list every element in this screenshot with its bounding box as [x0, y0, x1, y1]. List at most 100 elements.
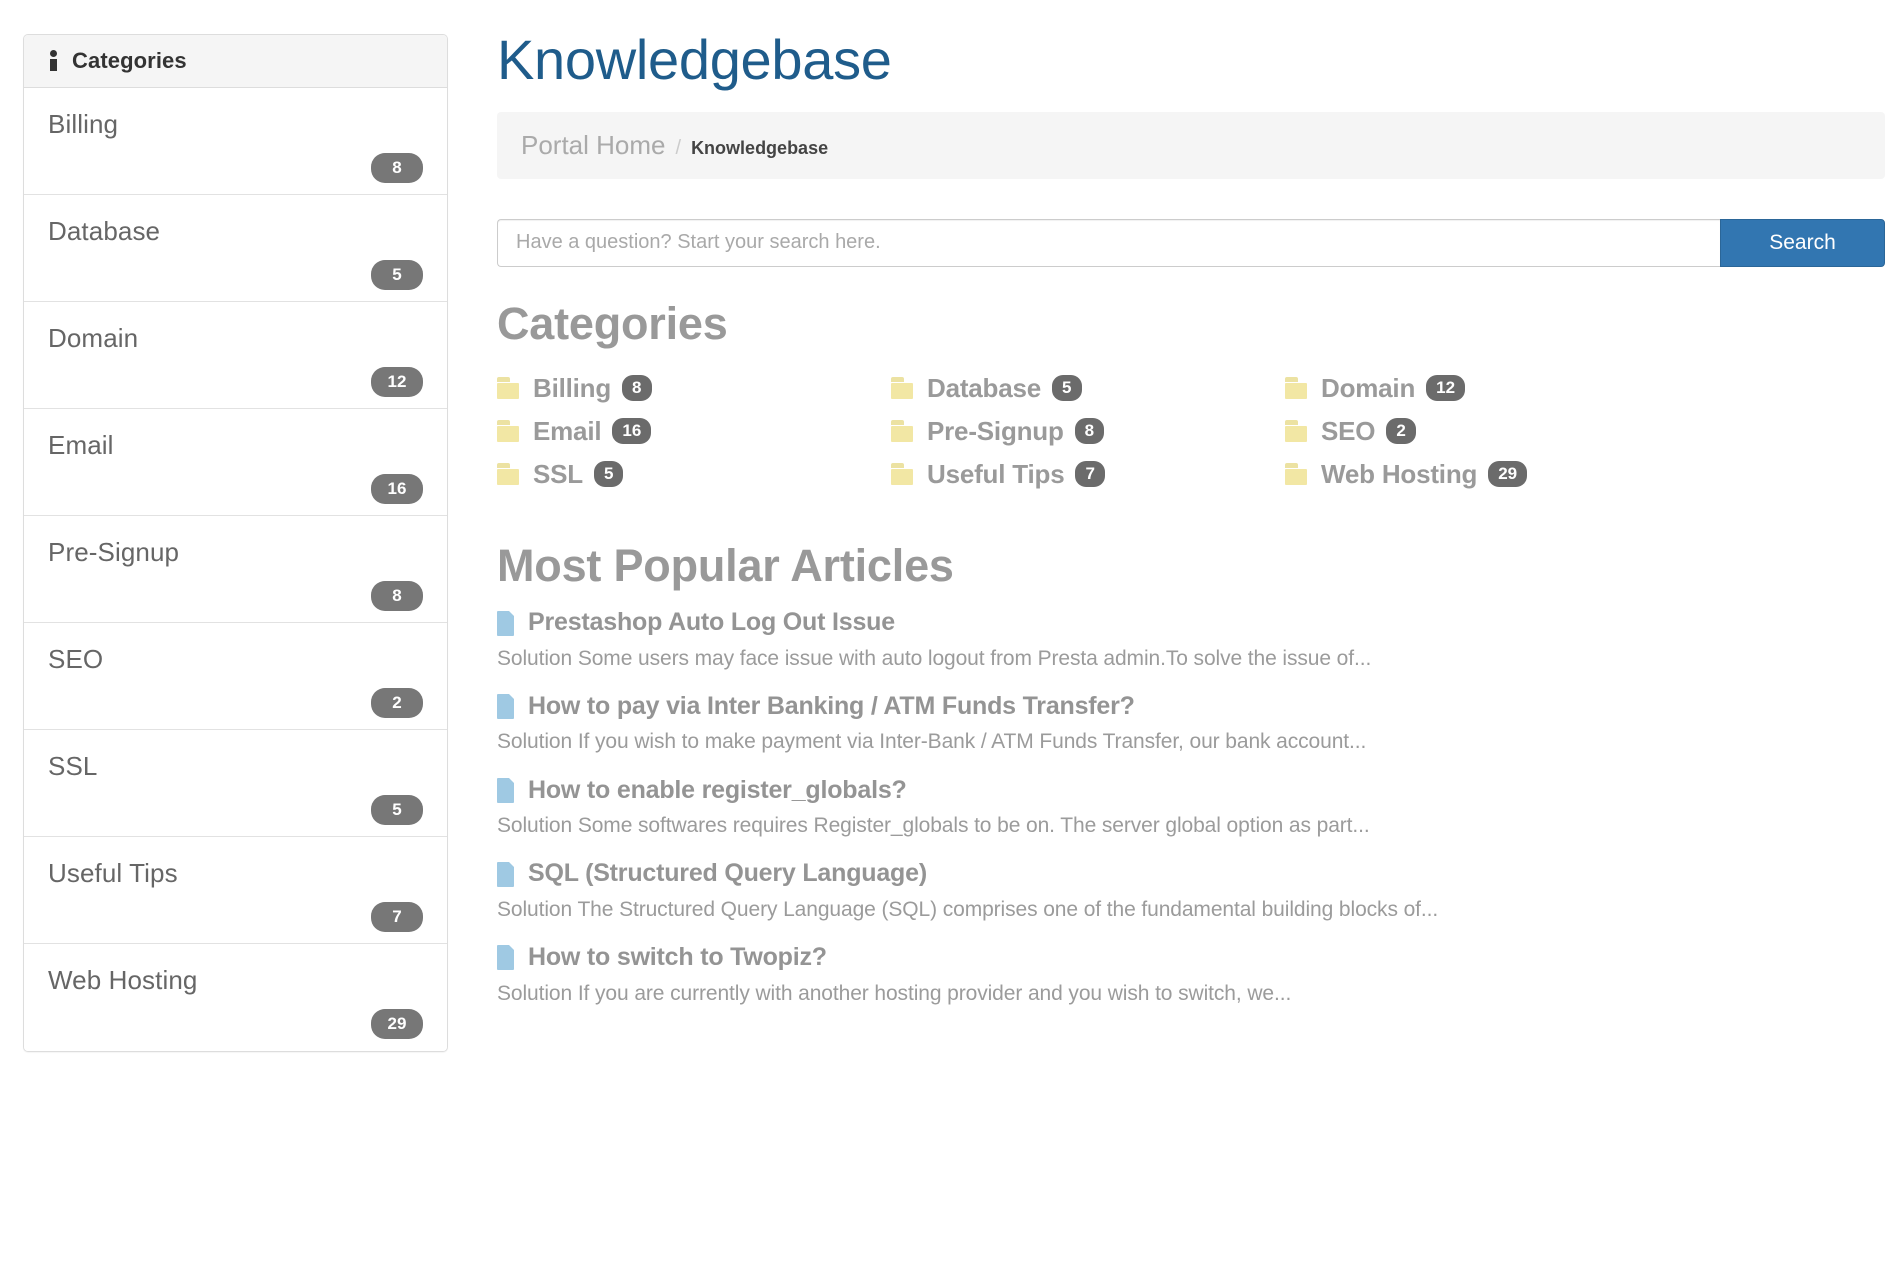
search-input[interactable]	[497, 218, 1720, 267]
sidebar-title: Categories	[72, 47, 187, 73]
category-label: SSL	[533, 459, 583, 490]
folder-icon	[891, 463, 916, 486]
knowledgebase-page: Categories Billing 8 Database 5 Domain 1…	[0, 0, 1885, 1267]
folder-icon	[497, 377, 522, 400]
sidebar-item-count: 8	[371, 581, 423, 611]
article-item: Prestashop Auto Log Out Issue Solution S…	[497, 609, 1885, 671]
sidebar-item-domain[interactable]: Domain 12	[24, 302, 447, 409]
sidebar-item-label: SEO	[48, 644, 104, 674]
category-count: 8	[1074, 418, 1105, 445]
main-content: Knowledgebase Portal Home / Knowledgebas…	[497, 0, 1885, 1028]
sidebar-item-billing[interactable]: Billing 8	[24, 88, 447, 195]
sidebar-item-pre-signup[interactable]: Pre-Signup 8	[24, 516, 447, 623]
category-count: 5	[1052, 375, 1082, 402]
folder-icon	[497, 420, 522, 443]
article-link[interactable]: Prestashop Auto Log Out Issue	[497, 609, 1885, 637]
sidebar-item-count: 5	[371, 260, 423, 290]
category-link-ssl[interactable]: SSL 5	[497, 453, 891, 496]
search-form: Search	[497, 218, 1885, 267]
sidebar-item-ssl[interactable]: SSL 5	[24, 730, 447, 837]
sidebar-item-count: 16	[371, 474, 423, 504]
search-button[interactable]: Search	[1720, 218, 1885, 267]
breadcrumb-current: Knowledgebase	[691, 137, 829, 158]
article-link[interactable]: How to switch to Twopiz?	[497, 944, 1885, 972]
categories-grid: Billing 8 Database 5 Domain 12 Email 16 …	[497, 367, 1885, 496]
article-link[interactable]: How to enable register_globals?	[497, 775, 1885, 805]
file-icon	[497, 694, 516, 720]
sidebar-item-count: 5	[371, 795, 423, 825]
category-count: 5	[593, 461, 624, 488]
article-excerpt: Solution If you wish to make payment via…	[497, 730, 1367, 754]
categories-section-title: Categories	[497, 297, 728, 349]
sidebar-item-count: 29	[371, 1009, 423, 1039]
category-label: Pre-Signup	[927, 416, 1064, 447]
breadcrumb: Portal Home / Knowledgebase	[497, 111, 1885, 179]
article-item: How to enable register_globals? Solution…	[497, 775, 1885, 839]
folder-icon	[497, 463, 522, 486]
file-icon	[497, 945, 516, 971]
folder-icon	[1285, 420, 1310, 443]
article-title: SQL (Structured Query Language)	[528, 859, 927, 888]
article-excerpt: Solution Some users may face issue with …	[497, 646, 1372, 670]
info-icon	[48, 50, 59, 71]
category-count: 16	[612, 418, 652, 445]
category-link-email[interactable]: Email 16	[497, 410, 891, 453]
sidebar-item-useful-tips[interactable]: Useful Tips 7	[24, 837, 447, 944]
sidebar-item-label: Useful Tips	[48, 858, 178, 888]
category-label: Domain	[1321, 373, 1416, 404]
category-count: 12	[1426, 375, 1466, 402]
file-icon	[497, 610, 516, 636]
folder-icon	[891, 377, 916, 400]
article-item: SQL (Structured Query Language) Solution…	[497, 860, 1885, 922]
sidebar-item-label: Database	[48, 216, 161, 246]
breadcrumb-portal-home-link[interactable]: Portal Home	[521, 132, 666, 158]
folder-icon	[1285, 377, 1310, 400]
articles-section-title: Most Popular Articles	[497, 539, 954, 591]
article-item: How to switch to Twopiz? Solution If you…	[497, 944, 1885, 1006]
article-link[interactable]: How to pay via Inter Banking / ATM Funds…	[497, 691, 1885, 721]
sidebar-header: Categories	[24, 35, 447, 88]
file-icon	[497, 777, 516, 803]
article-title: Prestashop Auto Log Out Issue	[528, 608, 895, 637]
folder-icon	[1285, 463, 1310, 486]
article-title: How to switch to Twopiz?	[528, 943, 827, 972]
sidebar-item-label: SSL	[48, 751, 98, 781]
sidebar-item-email[interactable]: Email 16	[24, 409, 447, 516]
file-icon	[497, 861, 516, 887]
category-count: 29	[1488, 461, 1528, 488]
categories-sidebar: Categories Billing 8 Database 5 Domain 1…	[23, 34, 448, 1052]
category-label: SEO	[1321, 416, 1376, 447]
sidebar-item-web-hosting[interactable]: Web Hosting 29	[24, 944, 447, 1051]
sidebar-item-seo[interactable]: SEO 2	[24, 623, 447, 730]
category-link-domain[interactable]: Domain 12	[1285, 367, 1885, 410]
sidebar-item-count: 8	[371, 153, 423, 183]
sidebar-item-database[interactable]: Database 5	[24, 195, 447, 302]
category-link-useful-tips[interactable]: Useful Tips 7	[891, 453, 1285, 496]
sidebar-item-label: Email	[48, 430, 114, 460]
folder-icon	[891, 420, 916, 443]
category-label: Web Hosting	[1321, 459, 1478, 490]
category-label: Email	[533, 416, 602, 447]
article-link[interactable]: SQL (Structured Query Language)	[497, 860, 1885, 888]
category-link-pre-signup[interactable]: Pre-Signup 8	[891, 410, 1285, 453]
sidebar-item-count: 7	[371, 902, 423, 932]
category-count: 8	[622, 375, 652, 402]
page-title: Knowledgebase	[497, 28, 892, 91]
category-count: 7	[1075, 461, 1105, 488]
article-title: How to pay via Inter Banking / ATM Funds…	[528, 691, 1135, 720]
category-label: Database	[927, 373, 1042, 404]
category-link-web-hosting[interactable]: Web Hosting 29	[1285, 453, 1885, 496]
article-title: How to enable register_globals?	[528, 775, 907, 804]
article-item: How to pay via Inter Banking / ATM Funds…	[497, 691, 1885, 755]
sidebar-item-count: 12	[371, 367, 423, 397]
sidebar-item-label: Pre-Signup	[48, 537, 180, 567]
article-excerpt: Solution Some softwares requires Registe…	[497, 814, 1370, 838]
category-link-seo[interactable]: SEO 2	[1285, 410, 1885, 453]
category-link-billing[interactable]: Billing 8	[497, 367, 891, 410]
category-label: Billing	[533, 373, 612, 404]
article-excerpt: Solution If you are currently with anoth…	[497, 981, 1292, 1005]
sidebar-item-label: Web Hosting	[48, 965, 198, 995]
popular-articles-list: Prestashop Auto Log Out Issue Solution S…	[497, 609, 1885, 1005]
breadcrumb-separator: /	[675, 136, 682, 159]
category-link-database[interactable]: Database 5	[891, 367, 1285, 410]
